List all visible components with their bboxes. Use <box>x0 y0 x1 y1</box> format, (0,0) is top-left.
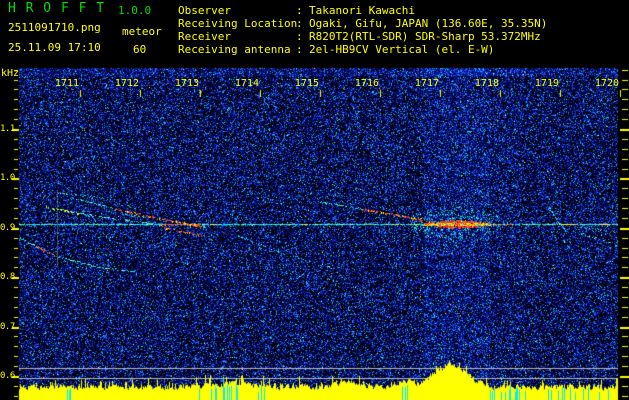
info-value: Ogaki, Gifu, JAPAN (136.60E, 35.35N) <box>309 17 548 30</box>
freq-tick-label: 0.7 <box>0 322 15 332</box>
time-tick-label: 1717 <box>414 78 439 89</box>
freq-tick-label: 0.9 <box>0 223 15 233</box>
info-label: Receiver <box>178 30 231 43</box>
app-version: 1.0.0 <box>118 4 152 17</box>
freq-tick-label: 0.8 <box>0 272 15 282</box>
time-tick-label: 1713 <box>174 78 199 89</box>
info-colon: : <box>296 4 303 17</box>
info-row-observer: Observer : Takanori Kawachi <box>178 4 547 17</box>
duration-seconds: 60 <box>133 43 147 56</box>
date-time: 25.11.09 17:10 <box>8 41 101 54</box>
freq-tick-label: 1.1 <box>0 124 15 134</box>
time-tick-label: 1714 <box>234 78 259 89</box>
observation-mode: meteor <box>122 25 162 38</box>
info-value: 2el-HB9CV Vertical (el. E-W) <box>309 43 495 56</box>
freq-tick-label: 0.6 <box>0 371 15 381</box>
time-tick-label: 1712 <box>114 78 139 89</box>
info-value: Takanori Kawachi <box>309 4 415 17</box>
info-label: Receiving Location <box>178 17 298 30</box>
info-row-receiver: Receiver : R820T2(RTL-SDR) SDR-Sharp 53.… <box>178 30 547 43</box>
info-row-antenna: Receiving antenna : 2el-HB9CV Vertical (… <box>178 43 547 56</box>
time-tick-label: 1715 <box>294 78 319 89</box>
time-tick-label: 1720 <box>594 78 619 89</box>
freq-unit-label: kHz <box>1 68 20 79</box>
spectrogram-canvas <box>0 0 629 400</box>
info-value: R820T2(RTL-SDR) SDR-Sharp 53.372MHz <box>309 30 541 43</box>
time-tick-label: 1719 <box>534 78 559 89</box>
time-tick-label: 1716 <box>354 78 379 89</box>
time-tick-label: 1711 <box>54 78 79 89</box>
info-row-location: Receiving Location : Ogaki, Gifu, JAPAN … <box>178 17 547 30</box>
info-label: Observer <box>178 4 231 17</box>
app-title: H R O F F T <box>8 1 106 16</box>
filename: 2511091710.png <box>8 21 101 34</box>
info-colon: : <box>296 30 303 43</box>
info-label: Receiving antenna <box>178 43 291 56</box>
hrofft-window: H R O F F T 1.0.0 2511091710.png meteor … <box>0 0 629 400</box>
station-info: Observer : Takanori Kawachi Receiving Lo… <box>178 4 547 56</box>
freq-tick-label: 1.0 <box>0 173 15 183</box>
time-tick-label: 1718 <box>474 78 499 89</box>
info-colon: : <box>296 17 303 30</box>
info-colon: : <box>296 43 303 56</box>
